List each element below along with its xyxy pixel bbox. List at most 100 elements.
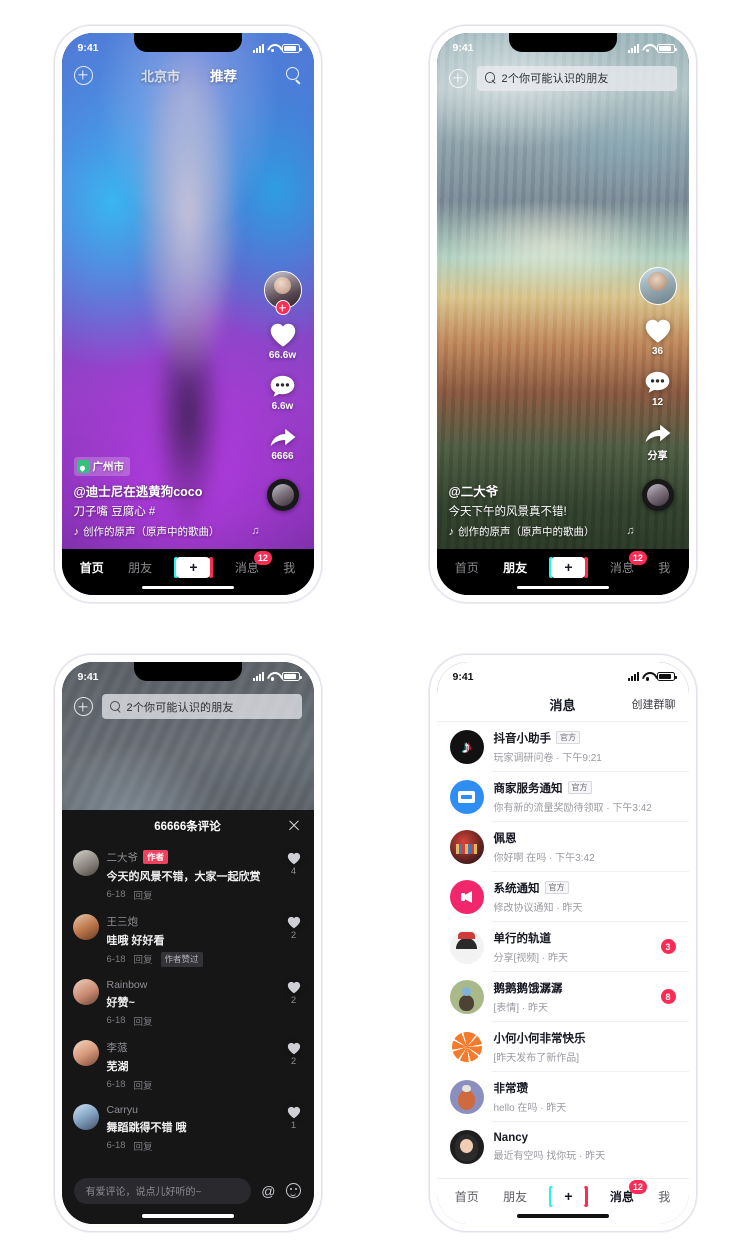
list-item[interactable]: 系统通知 官方 修改协议通知 · 昨天 bbox=[437, 872, 689, 922]
share-button[interactable]: 6666 bbox=[269, 425, 297, 462]
comment-reply-button[interactable]: 回复 bbox=[134, 1014, 153, 1028]
comment-reply-button[interactable]: 回复 bbox=[134, 1078, 153, 1092]
avatar[interactable] bbox=[449, 1029, 484, 1064]
caption-music[interactable]: ♪ 创作的原声（原声中的歌曲） bbox=[74, 524, 248, 539]
music-note-float-1: ♫ bbox=[251, 525, 260, 537]
tab-me[interactable]: 我 bbox=[283, 559, 295, 576]
caption-music[interactable]: ♪ 创作的原声（原声中的歌曲） bbox=[449, 524, 623, 539]
comment-button[interactable]: 6.6w bbox=[269, 374, 296, 412]
message-preview: hello 在吗 · 昨天 bbox=[493, 1102, 567, 1114]
avatar[interactable] bbox=[449, 879, 484, 914]
avatar[interactable] bbox=[72, 978, 99, 1005]
search-input[interactable]: 2个你可能认识的朋友 bbox=[476, 65, 677, 91]
comment-item[interactable]: Rainbow 好赞~ 6-18 回复 2 bbox=[62, 973, 314, 1034]
list-item-body: 单行的轨道 分享[视频] · 昨天 bbox=[494, 930, 651, 964]
location-chip[interactable]: 广州市 bbox=[73, 457, 130, 476]
search-placeholder: 2个你可能认识的朋友 bbox=[501, 73, 609, 85]
music-disc-icon[interactable] bbox=[641, 479, 674, 511]
comment-author[interactable]: Rainbow bbox=[107, 979, 148, 991]
tab-friends[interactable]: 朋友 bbox=[503, 559, 527, 576]
list-item[interactable]: 佩恩 你好啊 在吗 · 下午3:42 bbox=[437, 822, 689, 872]
caption-username[interactable]: @迪士尼在逃黄狗coco bbox=[74, 481, 248, 500]
caption-username[interactable]: @二大爷 bbox=[449, 481, 623, 500]
tab-home[interactable]: 首页 bbox=[80, 559, 104, 576]
avatar[interactable] bbox=[449, 1079, 484, 1114]
message-preview: 你有新的流量奖励待领取 · 下午3:42 bbox=[493, 802, 652, 814]
comment-item[interactable]: 李蒎 芜湖 6-18 回复 2 bbox=[62, 1034, 314, 1098]
search-icon[interactable] bbox=[285, 67, 302, 83]
follow-plus-icon[interactable] bbox=[275, 300, 290, 315]
tab-me[interactable]: 我 bbox=[658, 1188, 670, 1205]
list-item[interactable]: 鹅鹅鹅饿潺潺 [表情] · 昨天 8 bbox=[437, 972, 689, 1022]
comment-item[interactable]: Carryu 舞蹈跳得不错 哦 6-18 回复 1 bbox=[62, 1098, 314, 1159]
like-button[interactable]: 36 bbox=[644, 318, 672, 357]
avatar[interactable] bbox=[72, 1103, 99, 1130]
list-item[interactable]: ♪ 抖音小助手 官方 玩家调研问卷 · 下午9:21 bbox=[437, 722, 689, 772]
list-item[interactable]: 商家服务通知 官方 你有新的流量奖励待领取 · 下午3:42 bbox=[437, 772, 689, 822]
plus-circle-icon[interactable] bbox=[73, 697, 93, 716]
avatar[interactable] bbox=[449, 1129, 484, 1164]
avatar[interactable] bbox=[449, 979, 484, 1014]
comment-reply-button[interactable]: 回复 bbox=[134, 1139, 153, 1153]
comment-author[interactable]: Carryu bbox=[107, 1104, 139, 1116]
message-preview: 分享[视频] · 昨天 bbox=[493, 952, 568, 964]
tab-create-button[interactable]: + bbox=[548, 1185, 588, 1207]
list-item[interactable]: 非常瓒 hello 在吗 · 昨天 bbox=[437, 1072, 689, 1122]
comment-like-button[interactable]: 2 bbox=[287, 979, 301, 1028]
tab-friends[interactable]: 朋友 bbox=[503, 1188, 527, 1205]
comments-list[interactable]: 二大爷 作者 今天的风景不错，大家一起欣赏 6-18 回复 4 王三炮 哇哦 好… bbox=[62, 842, 314, 1170]
avatar[interactable] bbox=[449, 929, 484, 964]
list-item[interactable]: Nancy 最近有空吗 找你玩 · 昨天 bbox=[437, 1122, 689, 1172]
creator-avatar[interactable] bbox=[263, 271, 302, 315]
list-item[interactable]: 小何小何非常快乐 [昨天发布了新作品] bbox=[437, 1022, 689, 1072]
music-disc-icon[interactable] bbox=[266, 479, 299, 511]
tab-messages[interactable]: 消息 12 bbox=[610, 1179, 647, 1205]
like-button[interactable]: 66.6w bbox=[269, 322, 297, 361]
list-item[interactable]: 单行的轨道 分享[视频] · 昨天 3 bbox=[437, 922, 689, 972]
tab-create-button[interactable]: + bbox=[548, 556, 588, 578]
comment-button[interactable]: 12 bbox=[644, 370, 671, 408]
comment-like-button[interactable]: 1 bbox=[287, 1104, 301, 1153]
messages-list[interactable]: ♪ 抖音小助手 官方 玩家调研问卷 · 下午9:21 商家服务通知 官方 你有新… bbox=[437, 722, 689, 1178]
feed-tab-city[interactable]: 北京市 bbox=[141, 66, 180, 85]
avatar[interactable] bbox=[72, 849, 99, 876]
tab-friends[interactable]: 朋友 bbox=[128, 559, 152, 576]
search-input[interactable]: 2个你可能认识的朋友 bbox=[101, 694, 302, 719]
feed-tab-recommend[interactable]: 推荐 bbox=[210, 65, 237, 85]
create-group-chat-button[interactable]: 创建群聊 bbox=[632, 696, 676, 712]
comment-item[interactable]: 二大爷 作者 今天的风景不错，大家一起欣赏 6-18 回复 4 bbox=[62, 844, 314, 908]
comment-input[interactable]: 有爱评论，说点儿好听的~ bbox=[73, 1177, 252, 1204]
close-icon[interactable] bbox=[288, 819, 301, 832]
tab-me[interactable]: 我 bbox=[658, 559, 670, 576]
heart-icon bbox=[287, 1042, 300, 1054]
comment-like-button[interactable]: 4 bbox=[287, 850, 301, 902]
avatar[interactable] bbox=[449, 829, 484, 864]
tab-create-button[interactable]: + bbox=[173, 556, 213, 578]
avatar[interactable]: ♪ bbox=[449, 729, 484, 764]
comment-item[interactable]: 王三炮 哇哦 好好看 6-18 回复 作者赞过 2 bbox=[62, 908, 314, 973]
page-title: 消息 bbox=[549, 697, 576, 713]
comment-author[interactable]: 王三炮 bbox=[107, 914, 139, 929]
creator-avatar[interactable] bbox=[638, 267, 677, 305]
tab-messages[interactable]: 消息 12 bbox=[610, 550, 647, 576]
tab-home[interactable]: 首页 bbox=[455, 559, 479, 576]
plus-circle-icon[interactable] bbox=[73, 65, 93, 85]
tab-messages[interactable]: 消息 12 bbox=[235, 550, 272, 576]
comment-author[interactable]: 李蒎 bbox=[107, 1040, 128, 1055]
comment-author[interactable]: 二大爷 bbox=[107, 850, 139, 865]
avatar[interactable] bbox=[449, 779, 484, 814]
comment-like-button[interactable]: 2 bbox=[287, 1040, 301, 1092]
plus-circle-icon[interactable] bbox=[448, 68, 468, 88]
messages-screen: 9:41 消息 创建群聊 ♪ 抖音小助手 官方 玩家调研问卷 · 下午9:21 … bbox=[436, 661, 689, 1224]
avatar[interactable] bbox=[72, 1039, 99, 1066]
tab-home[interactable]: 首页 bbox=[455, 1188, 479, 1205]
messages-badge: 12 bbox=[628, 550, 647, 565]
comment-reply-button[interactable]: 回复 bbox=[134, 952, 153, 966]
comment-like-button[interactable]: 2 bbox=[287, 914, 301, 967]
comment-reply-button[interactable]: 回复 bbox=[134, 888, 153, 902]
emoji-icon[interactable] bbox=[285, 1183, 301, 1198]
share-button[interactable]: 分享 bbox=[644, 421, 672, 462]
at-icon[interactable]: @ bbox=[261, 1183, 275, 1199]
comment-count: 12 bbox=[651, 397, 664, 408]
avatar[interactable] bbox=[72, 913, 99, 940]
